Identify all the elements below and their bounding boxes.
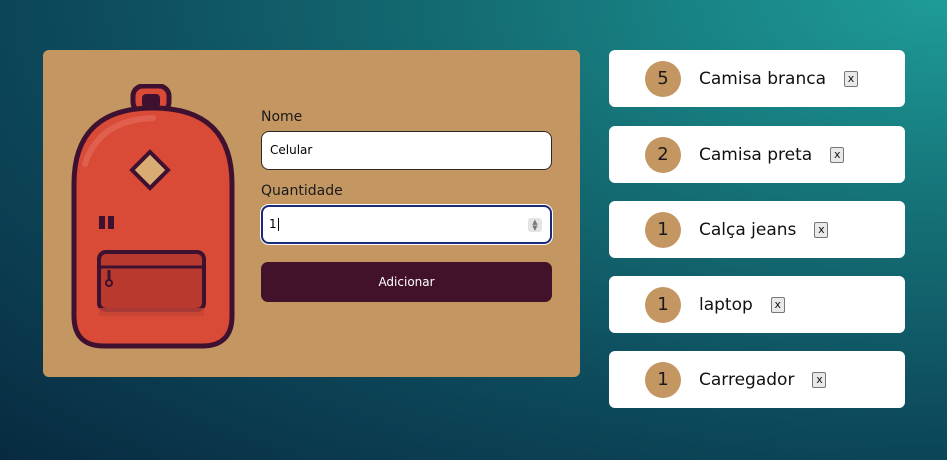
backpack-illustration — [71, 84, 235, 349]
remove-item-button[interactable]: x — [814, 221, 829, 238]
list-item: 1 laptop x — [609, 276, 905, 333]
name-label: Nome — [261, 109, 303, 125]
remove-item-button[interactable]: x — [830, 146, 845, 163]
quantity-badge: 1 — [645, 212, 681, 248]
remove-item-button[interactable]: x — [812, 371, 827, 388]
number-spinner-icon[interactable]: ▲ ▼ — [528, 218, 542, 232]
item-name: Calça jeans — [699, 219, 797, 240]
add-button[interactable]: Adicionar — [261, 262, 552, 302]
list-item: 2 Camisa preta x — [609, 126, 905, 183]
item-name: laptop — [699, 294, 753, 315]
list-item: 1 Calça jeans x — [609, 201, 905, 258]
remove-item-button[interactable]: x — [844, 70, 858, 87]
quantity-badge: 5 — [645, 61, 681, 97]
quantity-badge: 1 — [645, 362, 681, 398]
item-name: Camisa preta — [699, 144, 813, 165]
remove-item-button[interactable]: x — [770, 296, 785, 313]
list-item: 5 Camisa branca x — [609, 50, 905, 107]
quantity-value: 1 — [269, 217, 277, 231]
add-item-form: Nome Celular Quantidade 1 ▲ ▼ Adicionar — [43, 50, 580, 377]
item-name: Camisa branca — [699, 68, 826, 89]
quantity-label: Quantidade — [261, 183, 343, 199]
quantity-badge: 2 — [645, 137, 681, 173]
name-input[interactable]: Celular — [261, 131, 552, 170]
list-item: 1 Carregador x — [609, 351, 905, 408]
form-fields: Nome Celular Quantidade 1 ▲ ▼ Adicionar — [261, 108, 552, 302]
quantity-badge: 1 — [645, 287, 681, 323]
text-caret — [277, 218, 279, 231]
item-name: Carregador — [699, 369, 795, 390]
quantity-input[interactable]: 1 ▲ ▼ — [261, 205, 552, 244]
